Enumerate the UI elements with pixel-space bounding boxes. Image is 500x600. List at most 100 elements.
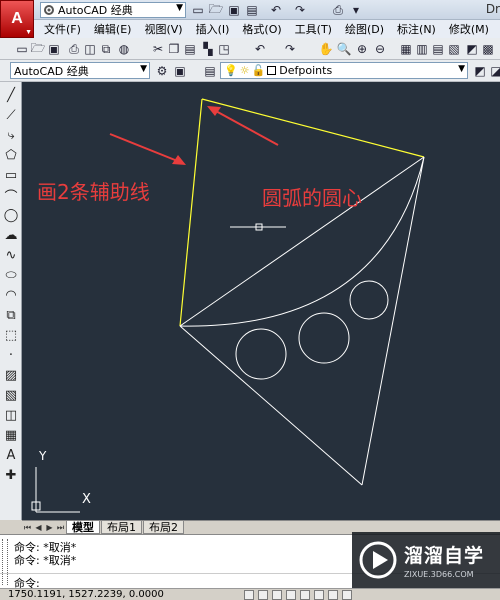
polyline-icon[interactable]: ⤷ <box>2 126 20 144</box>
menu-file[interactable]: 文件(F) <box>44 21 81 37</box>
tab-layout1[interactable]: 布局1 <box>101 521 142 534</box>
circle-icon[interactable]: ◯ <box>2 206 20 224</box>
more-icon[interactable]: ▾ <box>348 2 364 18</box>
color-swatch-icon <box>267 66 277 75</box>
zoom-window-icon[interactable]: ⊕ <box>354 41 370 57</box>
aux-line-top[interactable] <box>201 98 425 158</box>
point-icon[interactable]: · <box>2 346 20 364</box>
bottom-edge-line[interactable] <box>179 325 363 486</box>
table-icon[interactable]: ▦ <box>2 426 20 444</box>
tab-next-icon[interactable]: ▶ <box>44 522 55 534</box>
publish-icon[interactable]: ⧉ <box>98 41 114 57</box>
circle-middle[interactable] <box>298 312 350 364</box>
zoom-realtime-icon[interactable]: 🔍 <box>336 41 352 57</box>
menu-insert[interactable]: 插入(I) <box>196 21 230 37</box>
workspace-select[interactable]: AutoCAD 经典 ▼ <box>40 2 186 18</box>
annotation-arrow-2 <box>213 109 279 146</box>
copy-icon[interactable]: ❐ <box>166 41 182 57</box>
revision-cloud-icon[interactable]: ☁ <box>2 226 20 244</box>
block-editor-icon[interactable]: ◳ <box>216 41 232 57</box>
menu-edit[interactable]: 编辑(E) <box>94 21 132 37</box>
circle-large[interactable] <box>235 328 287 380</box>
undo-icon[interactable]: ↶ <box>252 41 268 57</box>
region-icon[interactable]: ◫ <box>2 406 20 424</box>
tab-first-icon[interactable]: ⏮ <box>22 522 33 534</box>
ellipse-icon[interactable]: ⬭ <box>2 266 20 284</box>
print-icon[interactable]: ⎙ <box>330 2 346 18</box>
calculator-icon[interactable]: ▩ <box>480 41 496 57</box>
markup-icon[interactable]: ◩ <box>464 41 480 57</box>
workspace-combo[interactable]: AutoCAD 经典 ▼ <box>10 62 150 79</box>
web-icon[interactable]: ◍ <box>116 41 132 57</box>
arc-icon[interactable]: ⌒ <box>2 186 20 205</box>
pan-icon[interactable]: ✋ <box>318 41 334 57</box>
menu-view[interactable]: 视图(V) <box>144 21 182 37</box>
tab-model[interactable]: 模型 <box>66 521 100 534</box>
insert-block-icon[interactable]: ⧉ <box>2 306 20 324</box>
spline-icon[interactable]: ∿ <box>2 246 20 264</box>
snap-toggle-icon[interactable] <box>244 590 254 600</box>
plot-icon[interactable]: ⎙ <box>66 41 82 57</box>
autocad-logo-icon[interactable]: A ▼ <box>0 0 34 38</box>
right-edge-line[interactable] <box>361 156 425 486</box>
save-as-icon[interactable]: ▤ <box>244 2 260 18</box>
new-file-icon[interactable]: ▭ <box>190 2 206 18</box>
coordinates-readout[interactable]: 1750.1191, 1527.2239, 0.0000 <box>8 589 164 600</box>
layer-properties-icon[interactable]: ▤ <box>202 63 218 79</box>
tool-palettes-icon[interactable]: ▤ <box>430 41 446 57</box>
menu-draw[interactable]: 绘图(D) <box>345 21 384 37</box>
save-icon[interactable]: ▣ <box>226 2 242 18</box>
menu-dimension[interactable]: 标注(N) <box>397 21 436 37</box>
command-grip[interactable] <box>2 539 8 585</box>
ucs-x-label: X <box>82 492 91 507</box>
osnap-toggle-icon[interactable] <box>300 590 310 600</box>
layer-combo[interactable]: 💡 ☼ 🔓 Defpoints ▼ <box>220 62 468 79</box>
redo-icon[interactable]: ↷ <box>292 2 308 18</box>
menu-tools[interactable]: 工具(T) <box>295 21 332 37</box>
workspace-save-icon[interactable]: ▣ <box>172 63 188 79</box>
save-icon[interactable]: ▣ <box>46 41 62 57</box>
ortho-toggle-icon[interactable] <box>272 590 282 600</box>
preview-icon[interactable]: ◫ <box>82 41 98 57</box>
undo-icon[interactable]: ↶ <box>268 2 284 18</box>
add-selected-icon[interactable]: ✚ <box>2 466 20 484</box>
match-properties-icon[interactable]: ▚ <box>200 41 216 57</box>
dyn-toggle-icon[interactable] <box>342 590 352 600</box>
circle-small[interactable] <box>349 280 389 320</box>
open-icon[interactable]: 🗁 <box>30 41 46 57</box>
make-current-layer-icon[interactable]: ◩ <box>472 63 488 79</box>
make-block-icon[interactable]: ⬚ <box>2 326 20 344</box>
otrack-toggle-icon[interactable] <box>314 590 324 600</box>
rectangle-icon[interactable]: ▭ <box>2 166 20 184</box>
polar-toggle-icon[interactable] <box>286 590 296 600</box>
paste-icon[interactable]: ▤ <box>182 41 198 57</box>
multiline-text-icon[interactable]: A <box>2 446 20 464</box>
drawing-canvas[interactable]: 画2条辅助线 圆弧的圆心 Y X <box>22 82 500 520</box>
redo-icon[interactable]: ↷ <box>282 41 298 57</box>
gradient-icon[interactable]: ▧ <box>2 386 20 404</box>
zoom-previous-icon[interactable]: ⊖ <box>372 41 388 57</box>
construction-line-icon[interactable]: ⟋ <box>2 106 20 124</box>
workspace-settings-icon[interactable]: ⚙ <box>154 63 170 79</box>
grid-toggle-icon[interactable] <box>258 590 268 600</box>
tab-prev-icon[interactable]: ◀ <box>33 522 44 534</box>
properties-icon[interactable]: ▦ <box>398 41 414 57</box>
status-bar: 1750.1191, 1527.2239, 0.0000 <box>0 588 500 600</box>
tab-layout2[interactable]: 布局2 <box>143 521 184 534</box>
workspace-label: AutoCAD 经典 <box>58 4 133 17</box>
ducs-toggle-icon[interactable] <box>328 590 338 600</box>
aux-line-left[interactable] <box>179 98 203 327</box>
polygon-icon[interactable]: ⬠ <box>2 146 20 164</box>
tab-last-icon[interactable]: ⏭ <box>55 522 66 534</box>
menu-format[interactable]: 格式(O) <box>242 21 281 37</box>
open-folder-icon[interactable]: 🗁 <box>208 2 224 18</box>
layer-previous-icon[interactable]: ◪ <box>488 63 500 79</box>
new-icon[interactable]: ▭ <box>14 41 30 57</box>
cut-icon[interactable]: ✂ <box>150 41 166 57</box>
menu-modify[interactable]: 修改(M) <box>449 21 489 37</box>
line-icon[interactable]: ╱ <box>2 86 20 104</box>
sheet-set-icon[interactable]: ▧ <box>446 41 462 57</box>
design-center-icon[interactable]: ▥ <box>414 41 430 57</box>
ellipse-arc-icon[interactable]: ◠ <box>2 286 20 304</box>
hatch-icon[interactable]: ▨ <box>2 366 20 384</box>
